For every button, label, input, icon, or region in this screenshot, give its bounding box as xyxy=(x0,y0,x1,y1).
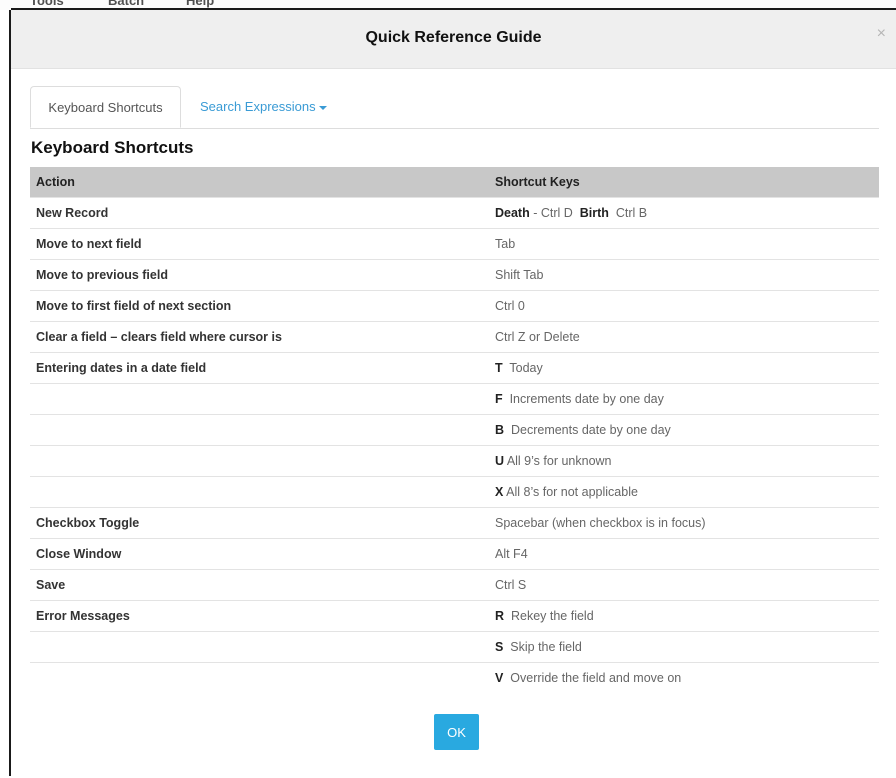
background-menu-item: Help xyxy=(186,0,215,8)
table-row: Close Window Alt F4 xyxy=(30,538,879,570)
shortcut-keys-cell: Death - Ctrl D Birth Ctrl B xyxy=(489,197,879,229)
key-description: Ctrl Z or Delete xyxy=(495,330,580,344)
key-name: B xyxy=(495,423,505,437)
shortcut-keys-cell: Ctrl Z or Delete xyxy=(489,321,879,353)
action-cell: Move to previous field xyxy=(30,259,489,291)
table-row: F Increments date by one day xyxy=(30,383,879,415)
shortcut-keys-cell: S Skip the field xyxy=(489,631,879,663)
shortcut-keys-cell: F Increments date by one day xyxy=(489,383,879,415)
tab-search-expressions[interactable]: Search Expressions xyxy=(185,86,342,127)
section-title: Keyboard Shortcuts xyxy=(31,138,194,157)
action-cell: Move to next field xyxy=(30,228,489,260)
shortcut-keys-cell: Tab xyxy=(489,228,879,260)
shortcut-keys-cell: U All 9’s for unknown xyxy=(489,445,879,477)
key-description: Ctrl 0 xyxy=(495,299,525,313)
table-row: Clear a field – clears field where curso… xyxy=(30,321,879,353)
shortcuts-table: Action Shortcut Keys New Record Death - C… xyxy=(30,167,879,693)
shortcut-keys-cell: Spacebar (when checkbox is in focus) xyxy=(489,507,879,539)
shortcut-keys-cell: Ctrl S xyxy=(489,569,879,601)
action-cell xyxy=(30,662,489,693)
action-cell: Close Window xyxy=(30,538,489,570)
key-name: U xyxy=(495,454,505,468)
action-cell: Error Messages xyxy=(30,600,489,632)
background-menu-item: Batch xyxy=(108,0,145,8)
table-row: Checkbox Toggle Spacebar (when checkbox i… xyxy=(30,507,879,539)
table-row: B Decrements date by one day xyxy=(30,414,879,446)
table-row: Entering dates in a date field T Today xyxy=(30,352,879,384)
action-cell xyxy=(30,476,489,508)
key-description: Tab xyxy=(495,237,516,251)
table-row: Save Ctrl S xyxy=(30,569,879,601)
key-name: F xyxy=(495,392,503,406)
key-description: Increments date by one day xyxy=(502,392,664,406)
tab-keyboard-shortcuts[interactable]: Keyboard Shortcuts xyxy=(30,86,181,128)
shortcut-keys-cell: B Decrements date by one day xyxy=(489,414,879,446)
dialog-title: Quick Reference Guide xyxy=(365,29,542,46)
key-description: All 9’s for unknown xyxy=(504,454,612,468)
action-cell: Move to first field of next section xyxy=(30,290,489,322)
key-name: R xyxy=(495,609,505,623)
shortcut-keys-cell: Ctrl 0 xyxy=(489,290,879,322)
table-row: Error Messages R Rekey the field xyxy=(30,600,879,632)
key-description: - Ctrl D xyxy=(529,206,580,220)
key-description: Rekey the field xyxy=(504,609,594,623)
action-cell: Clear a field – clears field where curso… xyxy=(30,321,489,353)
action-cell: Save xyxy=(30,569,489,601)
caret-down-icon xyxy=(318,105,327,110)
background-window-edge xyxy=(0,10,11,776)
tab-bar: Keyboard Shortcuts Search Expressions xyxy=(30,86,879,129)
shortcut-keys-cell: X All 8’s for not applicable xyxy=(489,476,879,508)
table-row: Move to next field Tab xyxy=(30,228,879,260)
shortcut-keys-cell: Shift Tab xyxy=(489,259,879,291)
table-row: Move to previous field Shift Tab xyxy=(30,259,879,291)
table-row: V Override the field and move on xyxy=(30,662,879,693)
key-name: Birth xyxy=(579,206,609,220)
action-cell xyxy=(30,445,489,477)
action-cell: Checkbox Toggle xyxy=(30,507,489,539)
action-cell: New Record xyxy=(30,197,489,229)
table-row: U All 9’s for unknown xyxy=(30,445,879,477)
key-description: Today xyxy=(502,361,543,375)
action-cell: Entering dates in a date field xyxy=(30,352,489,384)
key-description: Ctrl B xyxy=(608,206,648,220)
key-name: T xyxy=(495,361,503,375)
key-name: Death xyxy=(495,206,530,220)
column-header-action: Action xyxy=(30,167,489,198)
background-menu-item: Tools xyxy=(30,0,64,8)
table-header-row: Action Shortcut Keys xyxy=(30,167,879,198)
table-row: S Skip the field xyxy=(30,631,879,663)
column-header-shortcut-keys: Shortcut Keys xyxy=(489,167,879,198)
key-description: Decrements date by one day xyxy=(504,423,671,437)
shortcut-keys-cell: V Override the field and move on xyxy=(489,662,879,693)
dialog-header: Quick Reference Guide × xyxy=(11,10,896,69)
key-description: Spacebar (when checkbox is in focus) xyxy=(495,516,706,530)
key-description: All 8’s for not applicable xyxy=(503,485,638,499)
close-icon[interactable]: × xyxy=(877,26,886,42)
key-description: Alt F4 xyxy=(495,547,528,561)
table-row: X All 8’s for not applicable xyxy=(30,476,879,508)
action-cell xyxy=(30,383,489,415)
key-description: Shift Tab xyxy=(495,268,544,282)
tab-label: Search Expressions xyxy=(200,99,316,114)
action-cell xyxy=(30,414,489,446)
shortcut-keys-cell: Alt F4 xyxy=(489,538,879,570)
action-cell xyxy=(30,631,489,663)
key-description: Ctrl S xyxy=(495,578,527,592)
key-description: Override the field and move on xyxy=(503,671,682,685)
table-body: New Record Death - Ctrl D Birth Ctrl B Mov… xyxy=(30,197,879,693)
table-row: New Record Death - Ctrl D Birth Ctrl B xyxy=(30,197,879,229)
quick-reference-dialog: Quick Reference Guide × Keyboard Shortcu… xyxy=(11,8,896,778)
shortcut-keys-cell: T Today xyxy=(489,352,879,384)
shortcut-keys-cell: R Rekey the field xyxy=(489,600,879,632)
table-row: Move to first field of next section Ctrl … xyxy=(30,290,879,322)
key-description: Skip the field xyxy=(503,640,582,654)
ok-button[interactable]: OK xyxy=(434,714,479,750)
